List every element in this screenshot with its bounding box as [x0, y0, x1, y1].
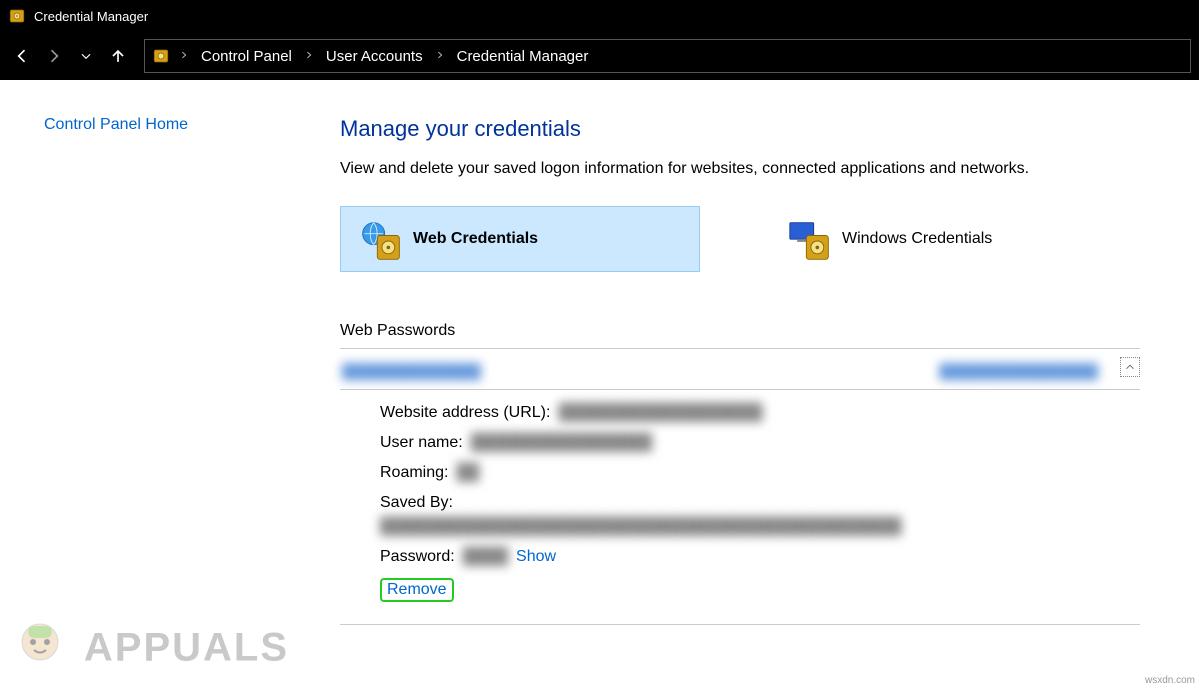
windows-credentials-tile[interactable]: Windows Credentials	[770, 206, 1130, 272]
window-title: Credential Manager	[34, 9, 148, 24]
username-value: ████████████████	[471, 434, 652, 452]
username-label: User name:	[380, 434, 463, 452]
savedby-label: Saved By:	[380, 494, 453, 512]
password-value: ████	[463, 548, 508, 566]
credential-account-name: ████████████████	[939, 363, 1098, 379]
control-panel-home-link[interactable]: Control Panel Home	[44, 116, 188, 133]
credential-category-tiles: Web Credentials Windows Credentials	[340, 206, 1140, 272]
page-description: View and delete your saved logon informa…	[340, 160, 1140, 178]
remove-credential-link[interactable]: Remove	[387, 581, 447, 598]
section-title: Web Passwords	[340, 322, 1140, 340]
watermark-logo: APPUALS	[0, 608, 289, 688]
nav-forward-button[interactable]	[40, 42, 68, 70]
web-credentials-tile[interactable]: Web Credentials	[340, 206, 700, 272]
credential-site-name: ██████████████	[342, 363, 481, 379]
breadcrumb-credential-manager[interactable]: Credential Manager	[453, 46, 593, 67]
nav-recent-dropdown[interactable]	[72, 42, 100, 70]
credential-url-row: Website address (URL): █████████████████…	[380, 404, 1140, 422]
watermark-text: APPUALS	[84, 626, 289, 670]
nav-back-button[interactable]	[8, 42, 36, 70]
nav-up-button[interactable]	[104, 42, 132, 70]
content-area: Control Panel Home Manage your credentia…	[0, 80, 1199, 625]
roaming-value: ██	[456, 464, 479, 482]
navigation-bar: Control Panel User Accounts Credential M…	[0, 32, 1199, 80]
sidebar: Control Panel Home	[0, 100, 300, 625]
password-label: Password:	[380, 548, 455, 566]
main-panel: Manage your credentials View and delete …	[300, 100, 1180, 625]
window-titlebar: Credential Manager	[0, 0, 1199, 32]
url-value: ██████████████████	[558, 404, 762, 422]
section-divider	[340, 348, 1140, 349]
address-bar[interactable]: Control Panel User Accounts Credential M…	[144, 39, 1191, 73]
attribution-text: wsxdn.com	[1145, 675, 1195, 686]
globe-vault-icon	[359, 219, 399, 259]
credential-details: Website address (URL): █████████████████…	[340, 390, 1140, 625]
savedby-value: ████████████████████████████████████████…	[380, 518, 901, 536]
monitor-vault-icon	[788, 219, 828, 259]
credential-password-row: Password: ████ Show	[380, 548, 1140, 566]
credential-roaming-row: Roaming: ██	[380, 464, 1140, 482]
chevron-right-icon[interactable]	[175, 49, 193, 63]
web-credentials-label: Web Credentials	[413, 230, 538, 248]
credential-savedby-row: Saved By: ██████████████████████████████…	[380, 494, 1140, 536]
credential-remove-row: Remove	[380, 578, 1140, 602]
credential-entry-header[interactable]: ██████████████ ████████████████	[340, 359, 1140, 390]
address-icon	[151, 46, 171, 66]
breadcrumb-user-accounts[interactable]: User Accounts	[322, 46, 427, 67]
page-title: Manage your credentials	[340, 116, 1140, 142]
show-password-link[interactable]: Show	[516, 548, 556, 566]
url-label: Website address (URL):	[380, 404, 550, 422]
windows-credentials-label: Windows Credentials	[842, 230, 992, 248]
credential-username-row: User name: ████████████████	[380, 434, 1140, 452]
remove-highlight-box: Remove	[380, 578, 454, 602]
app-icon	[8, 7, 26, 25]
chevron-right-icon[interactable]	[431, 49, 449, 63]
collapse-button[interactable]	[1120, 357, 1140, 377]
breadcrumb-control-panel[interactable]: Control Panel	[197, 46, 296, 67]
roaming-label: Roaming:	[380, 464, 448, 482]
chevron-right-icon[interactable]	[300, 49, 318, 63]
